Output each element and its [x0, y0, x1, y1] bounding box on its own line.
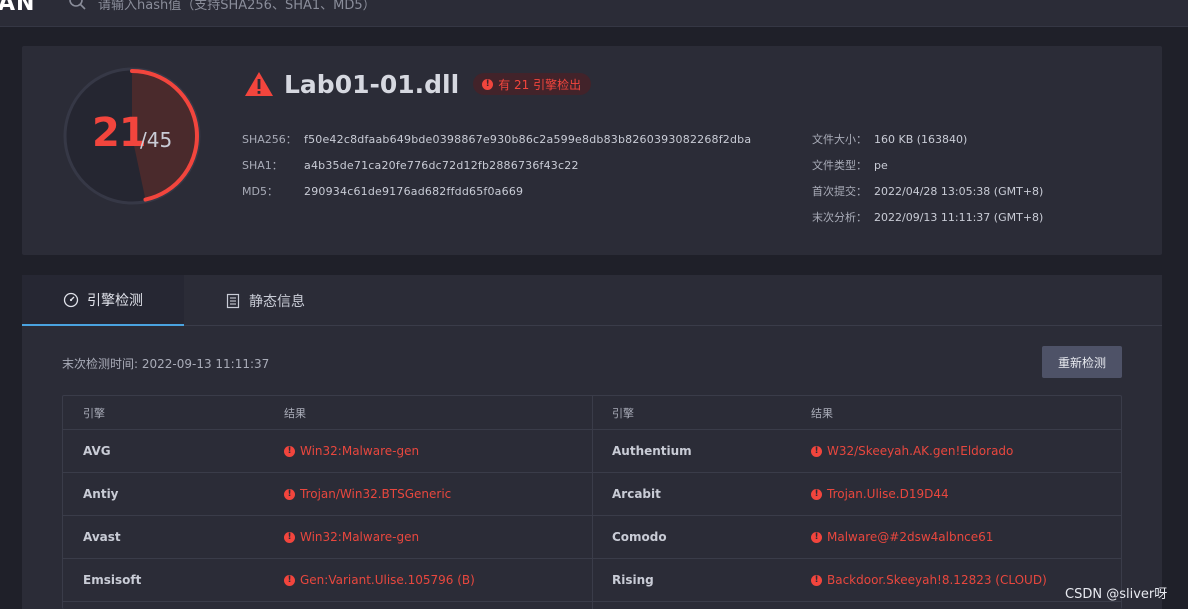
hash-row-md5: MD5： 290934c61de9176ad682ffdd65f0a669: [242, 178, 751, 204]
file-meta-list: 文件大小： 160 KB (163840) 文件类型： pe 首次提交： 202…: [812, 126, 1043, 230]
detection-result: ! W32/Skeeyah.AK.gen!Eldorado: [811, 444, 1121, 458]
result-text: W32/Skeeyah.AK.gen!Eldorado: [827, 444, 1014, 458]
table-row: Emsisoft ! Gen:Variant.Ulise.105796 (B) R…: [63, 559, 1121, 602]
engine-total: /45: [140, 128, 173, 152]
tab-static-info[interactable]: 静态信息: [184, 275, 346, 326]
detection-result: ! Win32:Malware-gen: [284, 444, 592, 458]
table-row: Antiy ! Trojan/Win32.BTSGeneric Arcabit !…: [63, 473, 1121, 516]
hash-label: MD5：: [242, 185, 278, 198]
hash-value[interactable]: a4b35de71ca20fe776dc72d12fb2886736f43c22: [304, 159, 579, 172]
meta-row-first-submit: 首次提交： 2022/04/28 13:05:38 (GMT+8): [812, 178, 1043, 204]
tab-label: 引擎检测: [87, 292, 143, 309]
tab-label: 静态信息: [249, 293, 305, 310]
meta-row-size: 文件大小： 160 KB (163840): [812, 126, 1043, 152]
engine-name: Comodo: [612, 530, 667, 544]
meta-value: 2022/04/28 13:05:38 (GMT+8): [874, 184, 1044, 198]
meta-value: 160 KB (163840): [874, 132, 968, 146]
alert-icon: !: [284, 445, 295, 457]
engine-name: Avast: [83, 530, 121, 544]
meta-label: 文件类型：: [812, 159, 867, 172]
last-detection-time: 末次检测时间: 2022-09-13 11:11:37: [62, 357, 270, 371]
table-row: AVG ! Win32:Malware-gen Authentium ! W32/S…: [63, 430, 1121, 473]
alert-icon: !: [284, 531, 295, 543]
file-summary-card: 21 /45 Lab01-01.dll ! 有 21 引擎检出 SHA256： …: [22, 46, 1162, 255]
detection-panel: 引擎检测 静态信息 末次检测时间: 2022-09-13 11:11:37 重新…: [22, 275, 1162, 609]
top-bar: AN 请输入hash值（支持SHA256、SHA1、MD5）: [0, 0, 1188, 27]
detection-result: ! Trojan.Ulise.D19D44: [811, 487, 1121, 501]
result-text: Trojan.Ulise.D19D44: [827, 487, 949, 501]
detection-badge: ! 有 21 引擎检出: [473, 73, 592, 95]
result-text: Trojan/Win32.BTSGeneric: [300, 487, 452, 501]
table-row: Avast ! Win32:Malware-gen Comodo ! Malware…: [63, 516, 1121, 559]
hash-list: SHA256： f50e42c8dfaab649bde0398867e930b8…: [242, 126, 751, 204]
search-icon[interactable]: [68, 0, 86, 10]
alert-icon: !: [811, 574, 822, 586]
hash-label: SHA256：: [242, 133, 297, 146]
detection-result: ! Trojan/Win32.BTSGeneric: [284, 487, 592, 501]
tab-engine-detection[interactable]: 引擎检测: [22, 275, 184, 326]
alert-icon: !: [811, 445, 822, 457]
result-text: Backdoor.Skeeyah!8.12823 (CLOUD): [827, 573, 1047, 587]
warning-triangle-icon: [245, 72, 273, 96]
detection-gauge: 21 /45: [62, 66, 202, 206]
engine-name: AVG: [83, 444, 111, 458]
file-title-row: Lab01-01.dll ! 有 21 引擎检出: [244, 68, 592, 100]
table-header: 引擎 结果 引擎 结果: [63, 396, 1121, 430]
header-engine: 引擎: [612, 406, 634, 420]
alert-icon: !: [811, 488, 822, 500]
hash-value[interactable]: 290934c61de9176ad682ffdd65f0a669: [304, 185, 523, 198]
watermark: CSDN @sliver呀: [1065, 587, 1168, 602]
meta-value: pe: [874, 158, 888, 172]
result-text: Win32:Malware-gen: [300, 444, 420, 458]
result-text: Win32:Malware-gen: [300, 530, 420, 544]
alert-icon: !: [284, 574, 295, 586]
meta-value: 2022/09/13 11:11:37 (GMT+8): [874, 210, 1044, 224]
header-result: 结果: [811, 406, 833, 420]
engine-name: Arcabit: [612, 487, 661, 501]
gauge-icon: [63, 292, 79, 307]
hash-row-sha1: SHA1： a4b35de71ca20fe776dc72d12fb2886736…: [242, 152, 751, 178]
meta-label: 首次提交：: [812, 185, 867, 198]
meta-row-last-analysis: 末次分析： 2022/09/13 11:11:37 (GMT+8): [812, 204, 1043, 230]
alert-icon: !: [482, 78, 494, 90]
alert-icon: !: [284, 488, 295, 500]
engine-name: Authentium: [612, 444, 692, 458]
header-result: 结果: [284, 406, 306, 420]
search-input[interactable]: 请输入hash值（支持SHA256、SHA1、MD5）: [98, 0, 376, 13]
brand-logo[interactable]: AN: [0, 0, 35, 16]
tab-bar: 引擎检测 静态信息: [22, 275, 1162, 326]
detection-badge-text: 有 21 引擎检出: [498, 77, 582, 92]
engine-name: Rising: [612, 573, 654, 587]
file-name: Lab01-01.dll: [284, 69, 460, 99]
detected-count: 21: [92, 110, 147, 156]
detection-result: ! Malware@#2dsw4albnce61: [811, 530, 1121, 544]
detection-result: ! Gen:Variant.Ulise.105796 (B): [284, 573, 592, 587]
meta-row-type: 文件类型： pe: [812, 152, 1043, 178]
meta-label: 文件大小：: [812, 133, 867, 146]
engine-name: Emsisoft: [83, 573, 142, 587]
meta-label: 末次分析：: [812, 211, 867, 224]
engine-results-table: 引擎 结果 引擎 结果 AVG ! Win32:Malware-gen Authe…: [62, 395, 1122, 609]
hash-label: SHA1：: [242, 159, 283, 172]
alert-icon: !: [811, 531, 822, 543]
hash-row-sha256: SHA256： f50e42c8dfaab649bde0398867e930b8…: [242, 126, 751, 152]
rescan-button[interactable]: 重新检测: [1042, 346, 1122, 378]
document-icon: [226, 293, 240, 308]
result-text: Gen:Variant.Ulise.105796 (B): [300, 573, 475, 587]
result-text: Malware@#2dsw4albnce61: [827, 530, 994, 544]
header-engine: 引擎: [83, 406, 105, 420]
detection-result: ! Win32:Malware-gen: [284, 530, 592, 544]
hash-value[interactable]: f50e42c8dfaab649bde0398867e930b86c2a599e…: [304, 133, 751, 146]
engine-name: Antiy: [83, 487, 119, 501]
